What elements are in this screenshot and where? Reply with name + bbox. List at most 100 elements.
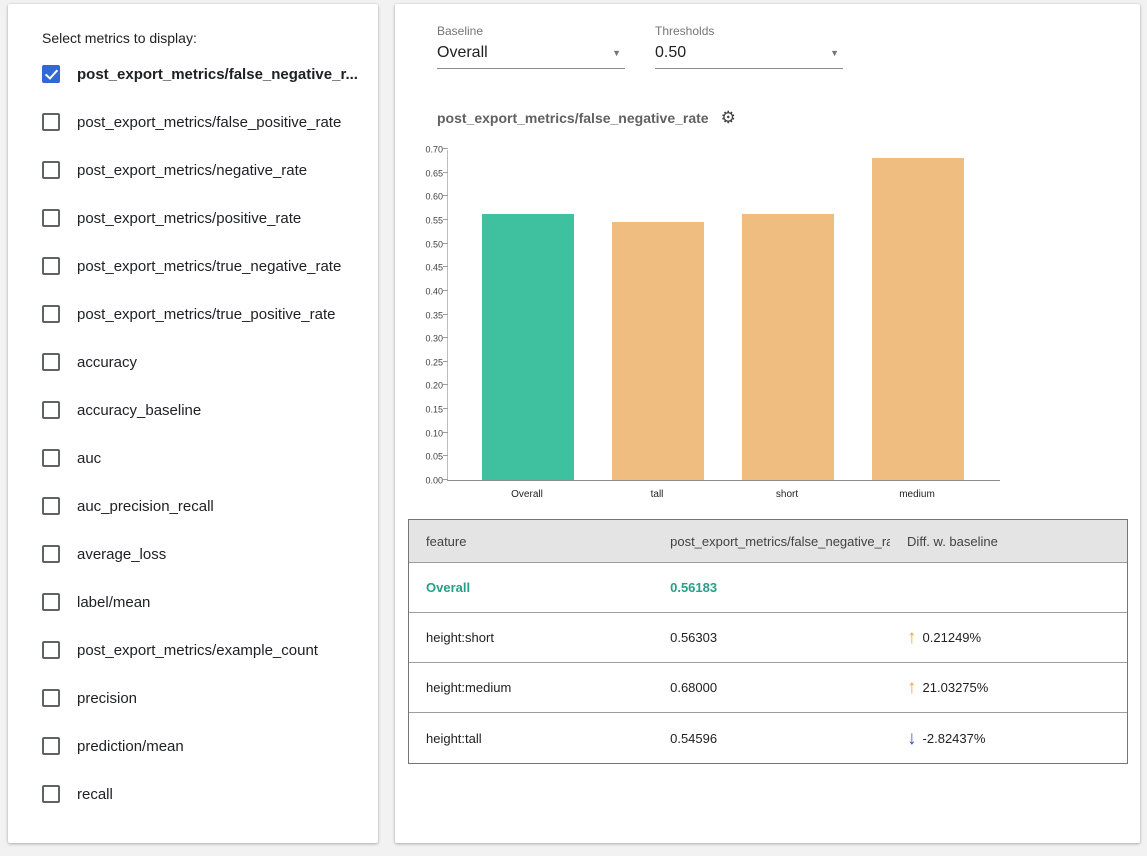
metric-label: post_export_metrics/false_negative_r... (77, 66, 358, 83)
metric-selector-panel: Select metrics to display: post_export_m… (8, 4, 378, 843)
metric-checkbox-item[interactable]: accuracy_baseline (42, 386, 360, 434)
y-tick-mark (443, 432, 448, 433)
checkbox-unchecked-icon[interactable] (42, 785, 60, 803)
y-tick-mark (443, 219, 448, 220)
y-tick-mark (443, 172, 448, 173)
metric-value-cell: 0.54596 (653, 731, 890, 746)
checkbox-checked-icon[interactable] (42, 65, 60, 83)
y-tick-label: 0.20 (405, 382, 443, 391)
checkbox-unchecked-icon[interactable] (42, 737, 60, 755)
checkbox-unchecked-icon[interactable] (42, 257, 60, 275)
checkbox-unchecked-icon[interactable] (42, 305, 60, 323)
metric-label: post_export_metrics/positive_rate (77, 210, 301, 227)
checkbox-unchecked-icon[interactable] (42, 593, 60, 611)
checkbox-unchecked-icon[interactable] (42, 209, 60, 227)
metric-checkbox-item[interactable]: average_loss (42, 530, 360, 578)
checkbox-unchecked-icon[interactable] (42, 161, 60, 179)
table-row[interactable]: height:tall0.54596↓-2.82437% (409, 713, 1127, 763)
table-header-row: feature post_export_metrics/false_negati… (409, 520, 1127, 563)
y-tick-mark (443, 290, 448, 291)
metric-label: post_export_metrics/negative_rate (77, 162, 307, 179)
metric-checkbox-item[interactable]: post_export_metrics/positive_rate (42, 194, 360, 242)
plot-area (447, 150, 1000, 481)
bar-tall[interactable] (612, 222, 704, 480)
table-row[interactable]: height:medium0.68000↑21.03275% (409, 663, 1127, 713)
metric-checkbox-item[interactable]: post_export_metrics/example_count (42, 626, 360, 674)
thresholds-select[interactable]: Thresholds 0.50 ▼ (655, 24, 843, 69)
y-tick-mark (443, 266, 448, 267)
metric-checkbox-item[interactable]: post_export_metrics/true_negative_rate (42, 242, 360, 290)
bar-medium[interactable] (872, 158, 964, 480)
chart-header: post_export_metrics/false_negative_rate … (437, 109, 1140, 126)
checkbox-unchecked-icon[interactable] (42, 449, 60, 467)
bar-chart: 0.000.050.100.150.200.250.300.350.400.45… (405, 150, 1125, 507)
baseline-select[interactable]: Baseline Overall ▼ (437, 24, 625, 69)
metric-checkbox-item[interactable]: auc_precision_recall (42, 482, 360, 530)
metric-label: recall (77, 786, 113, 803)
metric-checkbox-item[interactable]: post_export_metrics/true_positive_rate (42, 290, 360, 338)
feature-cell: height:medium (409, 680, 653, 695)
metric-checkbox-item[interactable]: post_export_metrics/negative_rate (42, 146, 360, 194)
metric-label: post_export_metrics/example_count (77, 642, 318, 659)
table-row[interactable]: height:short0.56303↑0.21249% (409, 613, 1127, 663)
chevron-down-icon: ▼ (612, 48, 621, 58)
checkbox-unchecked-icon[interactable] (42, 113, 60, 131)
metric-value-cell: 0.56303 (653, 630, 890, 645)
y-tick-label: 0.50 (405, 240, 443, 249)
metric-checkbox-item[interactable]: auc (42, 434, 360, 482)
metric-label: auc (77, 450, 101, 467)
checkbox-unchecked-icon[interactable] (42, 497, 60, 515)
diff-cell: ↑21.03275% (890, 678, 1127, 697)
metric-label: post_export_metrics/false_positive_rate (77, 114, 341, 131)
bar-Overall[interactable] (482, 214, 574, 480)
y-tick-label: 0.65 (405, 169, 443, 178)
up-arrow-icon: ↑ (907, 628, 917, 647)
x-tick-label: short (776, 489, 798, 500)
checkbox-unchecked-icon[interactable] (42, 545, 60, 563)
checkbox-unchecked-icon[interactable] (42, 689, 60, 707)
down-arrow-icon: ↓ (907, 729, 917, 748)
metric-checkbox-item[interactable]: recall (42, 770, 360, 818)
thresholds-value: 0.50 (655, 44, 686, 62)
metric-checkbox-item[interactable]: prediction/mean (42, 722, 360, 770)
y-axis: 0.000.050.100.150.200.250.300.350.400.45… (405, 150, 443, 481)
bar-short[interactable] (742, 214, 834, 480)
metric-checkbox-item[interactable]: precision (42, 674, 360, 722)
metric-label: accuracy_baseline (77, 402, 201, 419)
table-header-metric: post_export_metrics/false_negative_rat..… (653, 534, 890, 549)
metric-checkbox-item[interactable]: post_export_metrics/false_positive_rate (42, 98, 360, 146)
y-tick-label: 0.60 (405, 193, 443, 202)
thresholds-label: Thresholds (655, 24, 843, 38)
y-tick-mark (443, 384, 448, 385)
y-tick-label: 0.15 (405, 406, 443, 415)
y-tick-label: 0.25 (405, 358, 443, 367)
metrics-list: post_export_metrics/false_negative_r...p… (42, 50, 360, 818)
table-header-diff: Diff. w. baseline (890, 534, 1127, 549)
x-tick-label: tall (651, 489, 664, 500)
y-tick-label: 0.55 (405, 216, 443, 225)
metric-label: accuracy (77, 354, 137, 371)
metric-checkbox-item[interactable]: accuracy (42, 338, 360, 386)
y-tick-label: 0.10 (405, 429, 443, 438)
y-tick-mark (443, 243, 448, 244)
metric-label: average_loss (77, 546, 166, 563)
table-row[interactable]: Overall0.56183 (409, 563, 1127, 613)
checkbox-unchecked-icon[interactable] (42, 401, 60, 419)
metric-selector-title: Select metrics to display: (42, 30, 360, 46)
settings-gear-icon[interactable]: ⚙ (721, 109, 736, 126)
y-tick-mark (443, 361, 448, 362)
metric-checkbox-item[interactable]: label/mean (42, 578, 360, 626)
y-tick-label: 0.30 (405, 335, 443, 344)
metric-checkbox-item[interactable]: post_export_metrics/false_negative_r... (42, 50, 360, 98)
feature-cell: Overall (409, 580, 653, 595)
metric-label: post_export_metrics/true_positive_rate (77, 306, 335, 323)
metric-label: prediction/mean (77, 738, 184, 755)
y-tick-label: 0.70 (405, 146, 443, 155)
checkbox-unchecked-icon[interactable] (42, 641, 60, 659)
diff-cell: ↓-2.82437% (890, 729, 1127, 748)
metric-value-cell: 0.56183 (653, 580, 890, 595)
baseline-value: Overall (437, 44, 488, 62)
metrics-display-panel: Baseline Overall ▼ Thresholds 0.50 ▼ pos… (395, 4, 1140, 843)
checkbox-unchecked-icon[interactable] (42, 353, 60, 371)
up-arrow-icon: ↑ (907, 678, 917, 697)
